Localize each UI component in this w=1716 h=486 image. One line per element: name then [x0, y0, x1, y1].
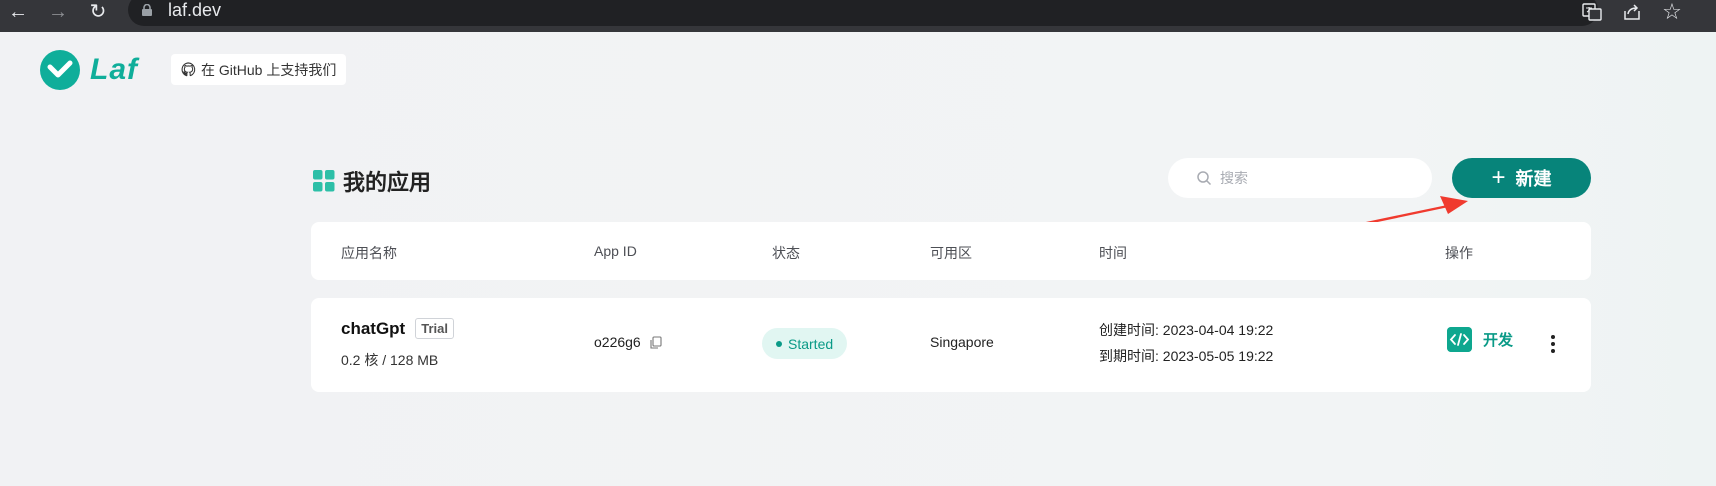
- copy-icon[interactable]: [649, 335, 662, 349]
- column-header-actions: 操作: [1445, 245, 1473, 261]
- column-header-status: 状态: [772, 245, 800, 261]
- new-button-label: 新建: [1515, 169, 1552, 189]
- created-time: 创建时间: 2023-04-04 19:22: [1099, 322, 1274, 338]
- table-header: 应用名称 App ID 状态 可用区 时间 操作: [311, 222, 1591, 280]
- translate-icon[interactable]: [1578, 0, 1606, 24]
- app-name[interactable]: chatGpt: [341, 319, 405, 339]
- forward-button[interactable]: →: [42, 0, 74, 24]
- github-support-button[interactable]: 在 GitHub 上支持我们: [171, 54, 347, 85]
- plus-icon: +: [1491, 164, 1506, 191]
- app-name-cell: chatGpt Trial: [341, 318, 454, 339]
- laf-logo-icon: [40, 50, 80, 90]
- back-button[interactable]: ←: [2, 0, 34, 24]
- code-icon: [1447, 327, 1472, 352]
- develop-label: 开发: [1483, 332, 1514, 349]
- region: Singapore: [930, 334, 994, 350]
- table-row[interactable]: chatGpt Trial 0.2 核 / 128 MB o226g6 Star…: [311, 298, 1591, 392]
- app-id-cell: o226g6: [594, 334, 662, 350]
- share-icon[interactable]: [1618, 0, 1646, 24]
- status-dot: [776, 340, 782, 347]
- app-spec: 0.2 核 / 128 MB: [341, 352, 439, 368]
- page-title-row: 我的应用: [313, 165, 431, 197]
- apps-grid-icon: [313, 170, 335, 192]
- page-title: 我的应用: [343, 170, 432, 195]
- page: Laf 在 GitHub 上支持我们 我的应用 + 新建 应用名称 App ID: [0, 32, 1716, 486]
- logo-text: Laf: [90, 53, 138, 86]
- status-text: Started: [788, 335, 834, 352]
- app-id: o226g6: [594, 334, 641, 350]
- status-badge: Started: [762, 328, 848, 359]
- reload-button[interactable]: ↻: [82, 0, 114, 24]
- column-header-region: 可用区: [930, 245, 972, 261]
- search-icon: [1197, 171, 1212, 186]
- browser-toolbar: ← → ↻ laf.dev ☆: [0, 0, 1716, 32]
- address-bar[interactable]: laf.dev: [128, 0, 1598, 26]
- lock-icon: [142, 4, 152, 16]
- column-header-app-id: App ID: [594, 243, 637, 259]
- url-text: laf.dev: [168, 0, 222, 20]
- develop-button[interactable]: 开发: [1447, 327, 1513, 352]
- new-app-button[interactable]: + 新建: [1452, 158, 1591, 198]
- github-icon: [181, 62, 196, 77]
- laf-logo[interactable]: Laf: [40, 50, 138, 90]
- expire-time: 到期时间: 2023-05-05 19:22: [1099, 348, 1274, 364]
- more-options-icon[interactable]: [1541, 330, 1565, 358]
- github-button-label: 在 GitHub 上支持我们: [201, 61, 337, 78]
- bookmark-star-icon[interactable]: ☆: [1658, 0, 1686, 24]
- trial-badge: Trial: [415, 318, 454, 339]
- column-header-time: 时间: [1099, 245, 1127, 261]
- column-header-name: 应用名称: [341, 245, 397, 261]
